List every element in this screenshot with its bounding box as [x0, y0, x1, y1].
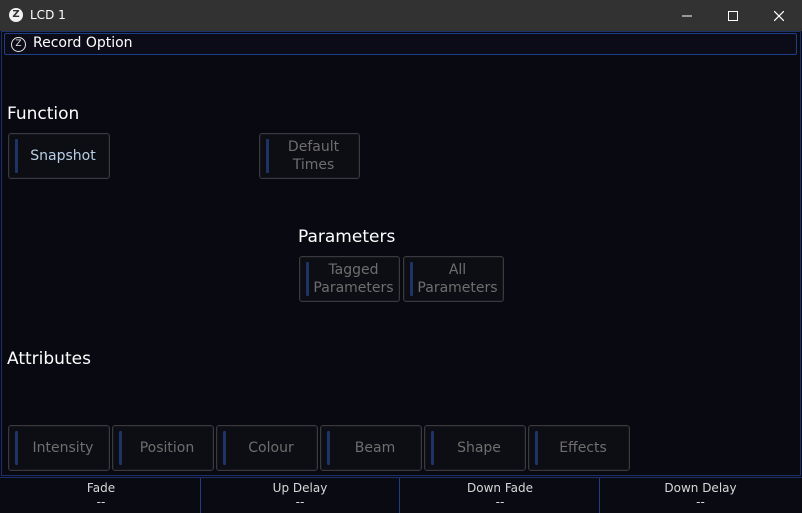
window-title: LCD 1 [30, 8, 66, 22]
down-fade-label: Down Fade [467, 481, 533, 495]
button-indicator [535, 431, 538, 465]
button-indicator [15, 139, 18, 173]
effects-button[interactable]: Effects [528, 425, 630, 471]
down-fade-cell[interactable]: Down Fade -- [401, 478, 600, 513]
function-label: Function [7, 104, 80, 124]
up-delay-cell[interactable]: Up Delay -- [201, 478, 400, 513]
maximize-button[interactable] [710, 0, 756, 31]
close-icon [774, 10, 784, 21]
panel-header: Z Record Option [4, 33, 797, 55]
app-logo-icon: Z [9, 8, 23, 22]
all-parameters-label-line1: All [448, 262, 467, 278]
down-delay-label: Down Delay [664, 481, 737, 495]
tagged-parameters-button[interactable]: Tagged Parameters [299, 256, 400, 302]
close-button[interactable] [756, 0, 802, 31]
default-times-label-line2: Times [292, 157, 335, 173]
minimize-button[interactable] [664, 0, 710, 31]
fade-label: Fade [86, 481, 116, 495]
fade-value: -- [96, 495, 106, 509]
tagged-parameters-label-line1: Tagged [328, 262, 379, 278]
up-delay-value: -- [295, 495, 305, 509]
snapshot-button[interactable]: Snapshot [8, 133, 110, 179]
default-times-button[interactable]: Default Times [259, 133, 360, 179]
zero88-logo-icon: Z [11, 37, 26, 52]
button-indicator [15, 431, 18, 465]
button-indicator [223, 431, 226, 465]
shape-button[interactable]: Shape [424, 425, 526, 471]
snapshot-button-label: Snapshot [30, 148, 96, 164]
default-times-label-line1: Default [287, 139, 340, 155]
intensity-button-label: Intensity [32, 440, 94, 456]
down-delay-cell[interactable]: Down Delay -- [601, 478, 800, 513]
beam-button-label: Beam [354, 440, 396, 456]
position-button[interactable]: Position [112, 425, 214, 471]
down-delay-value: -- [696, 495, 705, 509]
intensity-button[interactable]: Intensity [8, 425, 110, 471]
button-indicator [306, 262, 309, 296]
attributes-label: Attributes [7, 349, 91, 369]
shape-button-label: Shape [457, 440, 501, 456]
all-parameters-button[interactable]: All Parameters [403, 256, 504, 302]
parameters-label: Parameters [298, 227, 396, 247]
beam-button[interactable]: Beam [320, 425, 422, 471]
button-indicator [431, 431, 434, 465]
up-delay-label: Up Delay [272, 481, 328, 495]
record-option-panel: Z Record Option Function Snapshot Defaul… [1, 31, 801, 476]
minimize-icon [682, 15, 692, 16]
colour-button[interactable]: Colour [216, 425, 318, 471]
effects-button-label: Effects [559, 440, 607, 456]
button-indicator [410, 262, 413, 296]
panel-title: Record Option [33, 35, 133, 51]
fade-cell[interactable]: Fade -- [2, 478, 201, 513]
tagged-parameters-label-line2: Parameters [313, 280, 394, 296]
all-parameters-label-line2: Parameters [417, 280, 498, 296]
colour-button-label: Colour [248, 440, 294, 456]
button-indicator [119, 431, 122, 465]
maximize-icon [728, 10, 738, 21]
title-bar: Z LCD 1 [0, 0, 802, 31]
position-button-label: Position [139, 440, 195, 456]
button-indicator [327, 431, 330, 465]
button-indicator [266, 139, 269, 173]
down-fade-value: -- [495, 495, 505, 509]
timing-footer: Fade -- Up Delay -- Down Fade -- Down De… [0, 477, 802, 513]
